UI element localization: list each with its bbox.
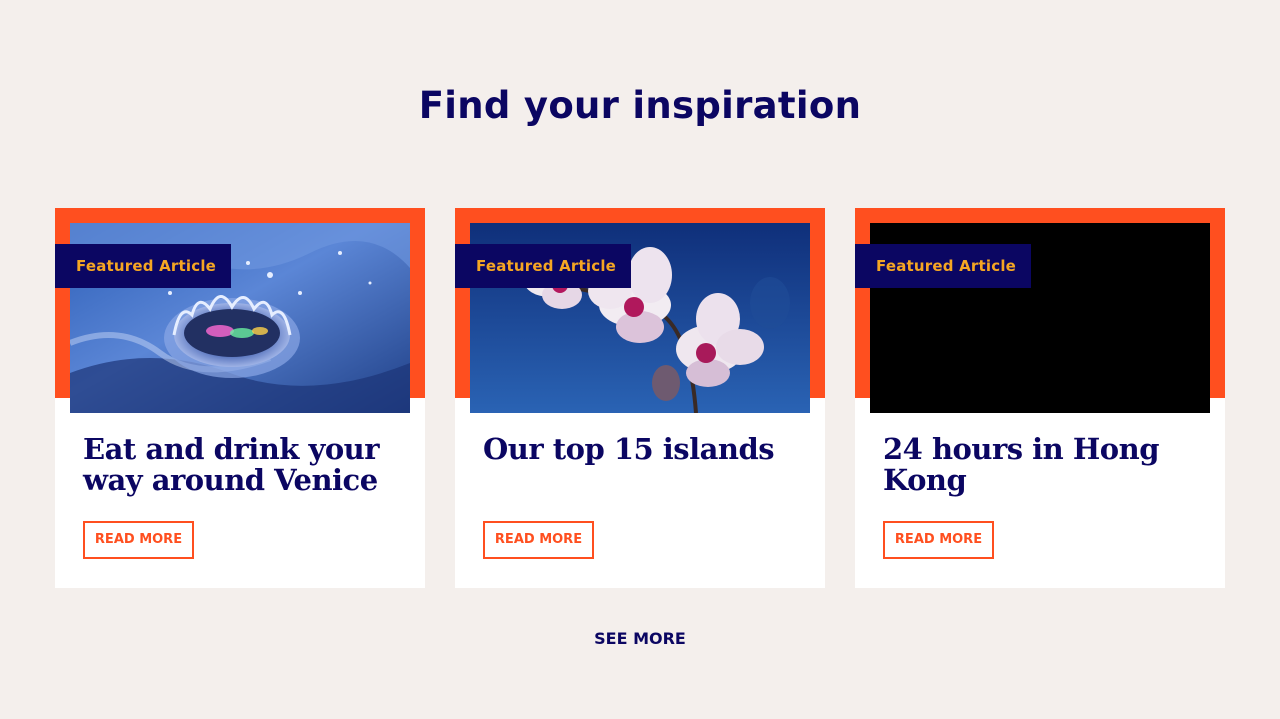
card-title[interactable]: 24 hours in Hong Kong	[883, 434, 1203, 496]
see-more-link[interactable]: SEE MORE	[540, 624, 740, 654]
article-card[interactable]: Featured Article Eat and drink your way …	[55, 208, 425, 588]
read-more-button[interactable]: READ MORE	[483, 521, 594, 559]
section-title: Find your inspiration	[418, 84, 862, 127]
featured-article-badge: Featured Article	[855, 244, 1031, 288]
read-more-button[interactable]: READ MORE	[883, 521, 994, 559]
card-title[interactable]: Our top 15 islands	[483, 434, 803, 465]
article-card[interactable]: Featured Article 24 hours in Hong Kong R…	[855, 208, 1225, 588]
featured-article-badge: Featured Article	[455, 244, 631, 288]
featured-article-badge: Featured Article	[55, 244, 231, 288]
article-card[interactable]: Featured Article Our top 15 islands READ…	[455, 208, 825, 588]
read-more-button[interactable]: READ MORE	[83, 521, 194, 559]
card-title[interactable]: Eat and drink your way around Venice	[83, 434, 403, 496]
